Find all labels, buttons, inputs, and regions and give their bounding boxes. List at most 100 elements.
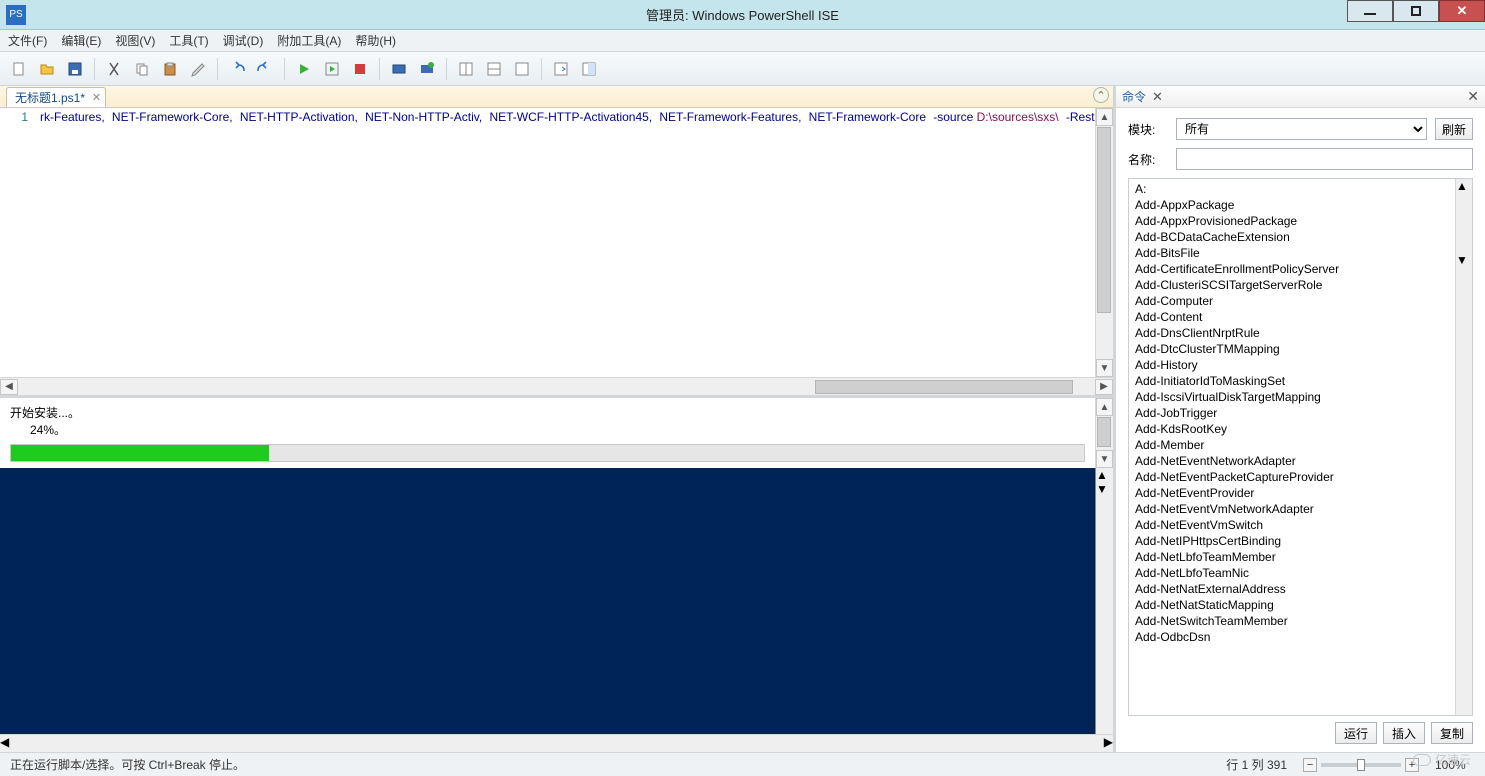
menu-edit[interactable]: 编辑(E)	[61, 32, 101, 49]
script-tabbar: 无标题1.ps1* ✕ ⌃	[0, 86, 1113, 108]
show-addon-button[interactable]	[576, 56, 602, 82]
watermark: 亿速云	[1413, 751, 1471, 768]
list-item[interactable]: Add-BitsFile	[1133, 245, 1451, 261]
refresh-button[interactable]: 刷新	[1435, 118, 1473, 140]
menu-debug[interactable]: 调试(D)	[223, 32, 264, 49]
code-editor[interactable]: rk-Features, NET-Framework-Core, NET-HTT…	[36, 108, 1095, 377]
commands-list[interactable]: A:Add-AppxPackageAdd-AppxProvisionedPack…	[1129, 179, 1455, 715]
list-item[interactable]: Add-BCDataCacheExtension	[1133, 229, 1451, 245]
list-item[interactable]: Add-Computer	[1133, 293, 1451, 309]
menu-file[interactable]: 文件(F)	[8, 32, 47, 49]
list-item[interactable]: Add-NetLbfoTeamMember	[1133, 549, 1451, 565]
list-item[interactable]: Add-NetEventProvider	[1133, 485, 1451, 501]
menu-view[interactable]: 视图(V)	[115, 32, 155, 49]
menu-addons[interactable]: 附加工具(A)	[277, 32, 341, 49]
list-item[interactable]: Add-NetNatStaticMapping	[1133, 597, 1451, 613]
layout-2-button[interactable]	[481, 56, 507, 82]
scroll-right-icon[interactable]: ▶	[1095, 379, 1113, 395]
script-tab[interactable]: 无标题1.ps1* ✕	[6, 87, 106, 107]
cloud-icon	[1413, 754, 1431, 766]
remote-button[interactable]	[386, 56, 412, 82]
list-item[interactable]: Add-InitiatorIdToMaskingSet	[1133, 373, 1451, 389]
list-item[interactable]: Add-OdbcDsn	[1133, 629, 1451, 645]
list-item[interactable]: Add-AppxPackage	[1133, 197, 1451, 213]
list-item[interactable]: Add-AppxProvisionedPackage	[1133, 213, 1451, 229]
list-item[interactable]: Add-NetEventVmSwitch	[1133, 517, 1451, 533]
layout-3-button[interactable]	[509, 56, 535, 82]
close-button[interactable]: ✕	[1439, 0, 1485, 22]
redo-button[interactable]	[252, 56, 278, 82]
list-item[interactable]: Add-NetEventNetworkAdapter	[1133, 453, 1451, 469]
list-item[interactable]: Add-KdsRootKey	[1133, 421, 1451, 437]
copy-command-button[interactable]: 复制	[1431, 722, 1473, 744]
list-item[interactable]: Add-Content	[1133, 309, 1451, 325]
commands-panel-title: 命令	[1122, 88, 1146, 105]
list-item[interactable]: Add-NetEventPacketCaptureProvider	[1133, 469, 1451, 485]
commands-actions: 运行 插入 复制	[1116, 722, 1485, 752]
list-item[interactable]: Add-NetSwitchTeamMember	[1133, 613, 1451, 629]
progress-bar	[10, 444, 1085, 462]
tab-close-icon[interactable]: ✕	[92, 91, 101, 104]
new-remote-button[interactable]	[414, 56, 440, 82]
zoom-out-button[interactable]: −	[1303, 758, 1317, 772]
menu-help[interactable]: 帮助(H)	[355, 32, 396, 49]
menu-tools[interactable]: 工具(T)	[169, 32, 208, 49]
list-item[interactable]: Add-IscsiVirtualDiskTargetMapping	[1133, 389, 1451, 405]
commands-list-wrap: A:Add-AppxPackageAdd-AppxProvisionedPack…	[1128, 178, 1473, 716]
editor-vscrollbar[interactable]: ▲ ▼	[1095, 108, 1113, 377]
list-item[interactable]: Add-History	[1133, 357, 1451, 373]
new-file-button[interactable]	[6, 56, 32, 82]
tab-label: 无标题1.ps1*	[15, 89, 85, 106]
list-item[interactable]: Add-CertificateEnrollmentPolicyServer	[1133, 261, 1451, 277]
minimize-button[interactable]	[1347, 0, 1393, 22]
console-vscrollbar[interactable]: ▲ ▼	[1095, 468, 1113, 734]
commands-panel-close-icon[interactable]: ✕	[1467, 88, 1479, 105]
powershell-console[interactable]: ▲ ▼	[0, 468, 1113, 734]
list-item[interactable]: Add-NetIPHttpsCertBinding	[1133, 533, 1451, 549]
list-item[interactable]: Add-NetLbfoTeamNic	[1133, 565, 1451, 581]
editor-hscrollbar[interactable]: ◀ ▶	[0, 377, 1113, 395]
progress-header: 开始安装...。 24%。	[0, 398, 1095, 440]
scroll-up-icon[interactable]: ▲	[1096, 108, 1113, 126]
name-filter-input[interactable]	[1176, 148, 1473, 170]
menu-bar: 文件(F) 编辑(E) 视图(V) 工具(T) 调试(D) 附加工具(A) 帮助…	[0, 30, 1485, 52]
paste-button[interactable]	[157, 56, 183, 82]
show-commands-button[interactable]	[548, 56, 574, 82]
list-item[interactable]: Add-NetNatExternalAddress	[1133, 581, 1451, 597]
list-item[interactable]: Add-Member	[1133, 437, 1451, 453]
save-button[interactable]	[62, 56, 88, 82]
list-item[interactable]: Add-DtcClusterTMMapping	[1133, 341, 1451, 357]
commands-tab-close-icon[interactable]: ✕	[1152, 89, 1163, 105]
maximize-button[interactable]	[1393, 0, 1439, 22]
undo-button[interactable]	[224, 56, 250, 82]
commands-vscrollbar[interactable]: ▲ ▼	[1455, 179, 1472, 715]
collapse-script-pane-button[interactable]: ⌃	[1093, 87, 1109, 103]
list-item[interactable]: Add-NetEventVmNetworkAdapter	[1133, 501, 1451, 517]
zoom-slider[interactable]	[1321, 763, 1401, 767]
window-titlebar: PS 管理员: Windows PowerShell ISE ✕	[0, 0, 1485, 30]
insert-command-button[interactable]: 插入	[1383, 722, 1425, 744]
status-message: 正在运行脚本/选择。可按 Ctrl+Break 停止。	[10, 756, 245, 773]
status-bar: 正在运行脚本/选择。可按 Ctrl+Break 停止。 行 1 列 391 − …	[0, 752, 1485, 776]
run-command-button[interactable]: 运行	[1335, 722, 1377, 744]
module-select[interactable]: 所有	[1176, 118, 1427, 140]
run-selection-button[interactable]	[319, 56, 345, 82]
scroll-left-icon[interactable]: ◀	[0, 379, 18, 395]
clear-button[interactable]	[185, 56, 211, 82]
window-buttons: ✕	[1347, 0, 1485, 29]
copy-button[interactable]	[129, 56, 155, 82]
scroll-down-icon[interactable]: ▼	[1096, 359, 1113, 377]
console-hscrollbar[interactable]: ◀ ▶	[0, 734, 1113, 752]
list-group: A:	[1133, 181, 1451, 197]
list-item[interactable]: Add-DnsClientNrptRule	[1133, 325, 1451, 341]
window-title: 管理员: Windows PowerShell ISE	[646, 5, 839, 24]
open-file-button[interactable]	[34, 56, 60, 82]
stop-button[interactable]	[347, 56, 373, 82]
zoom-control[interactable]: − +	[1303, 758, 1419, 772]
cut-button[interactable]	[101, 56, 127, 82]
output-vscrollbar[interactable]: ▲ ▼	[1095, 398, 1113, 468]
run-script-button[interactable]	[291, 56, 317, 82]
layout-1-button[interactable]	[453, 56, 479, 82]
list-item[interactable]: Add-JobTrigger	[1133, 405, 1451, 421]
list-item[interactable]: Add-ClusteriSCSITargetServerRole	[1133, 277, 1451, 293]
